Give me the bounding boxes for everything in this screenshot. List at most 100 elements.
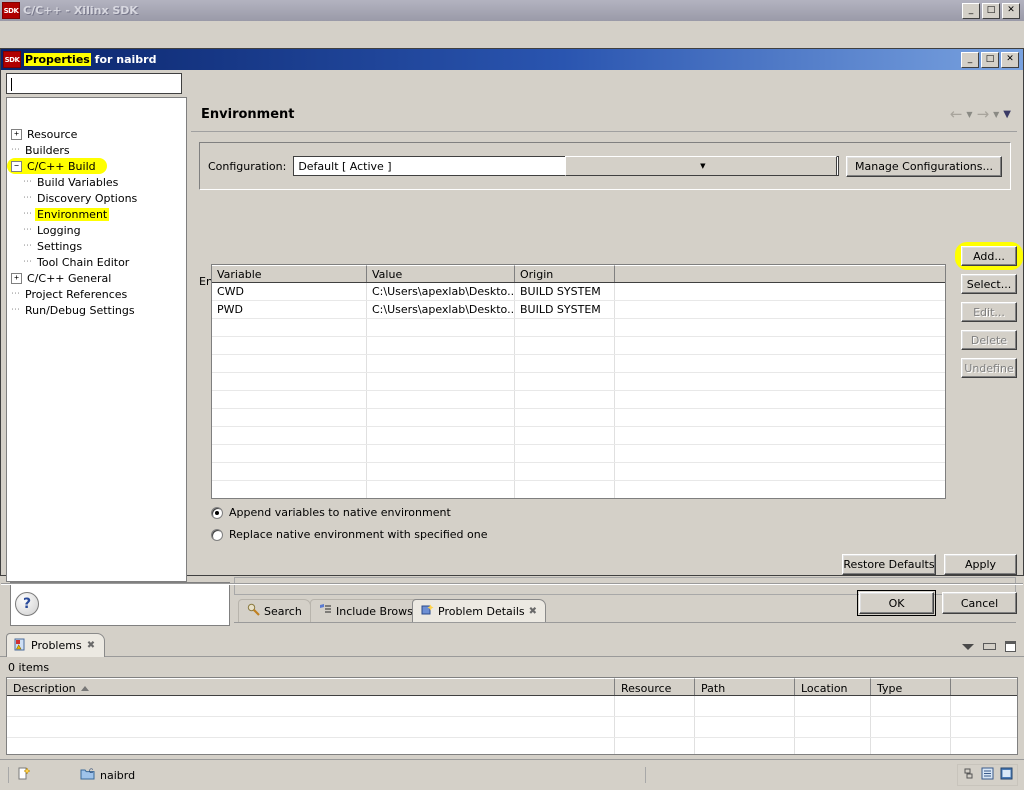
column-header-variable[interactable]: Variable xyxy=(212,265,367,282)
tab-problems[interactable]: Problems ✖ xyxy=(6,633,105,657)
status-divider xyxy=(8,767,9,783)
ok-button[interactable]: OK xyxy=(859,592,934,614)
dialog-window-buttons: _ □ ✕ xyxy=(961,52,1021,68)
tree-item-resource[interactable]: + Resource xyxy=(7,126,186,142)
problems-count: 0 items xyxy=(8,661,49,674)
tree-item-settings[interactable]: ⋯ Settings xyxy=(7,238,186,254)
close-icon[interactable]: ✕ xyxy=(1001,52,1019,68)
configuration-value: Default [ Active ] xyxy=(294,160,564,173)
tree-item-builders[interactable]: ⋯ Builders xyxy=(7,142,186,158)
perspective-icon[interactable] xyxy=(1000,767,1013,783)
apply-button[interactable]: Apply xyxy=(944,554,1017,575)
tree-line: ⋯ xyxy=(11,305,20,315)
close-icon[interactable]: ✖ xyxy=(87,640,95,651)
radio-replace[interactable]: Replace native environment with specifie… xyxy=(211,524,487,545)
page-menu-caret-icon[interactable]: ▼ xyxy=(1003,109,1011,120)
maximize-view-icon[interactable] xyxy=(1005,641,1016,652)
table-row[interactable] xyxy=(7,717,1017,738)
tree-item-discovery-options[interactable]: ⋯ Discovery Options xyxy=(7,190,186,206)
table-row[interactable] xyxy=(212,481,945,499)
maximize-icon[interactable]: □ xyxy=(982,3,1000,19)
dialog-title: Properties for naibrd xyxy=(24,53,961,66)
cell-blank xyxy=(615,445,945,462)
view-menu-icon[interactable] xyxy=(962,644,974,650)
page-title: Environment xyxy=(201,107,295,122)
table-row[interactable] xyxy=(212,391,945,409)
table-row[interactable] xyxy=(212,373,945,391)
tree-item-cpp-general[interactable]: + C/C++ General xyxy=(7,270,186,286)
empty-rows-container xyxy=(212,319,945,499)
radio-replace-label: Replace native environment with specifie… xyxy=(229,528,487,541)
cell-blank xyxy=(615,463,945,480)
cancel-button[interactable]: Cancel xyxy=(942,592,1017,614)
cell-blank xyxy=(212,463,367,480)
table-row[interactable] xyxy=(212,463,945,481)
column-header-location[interactable]: Location xyxy=(795,678,871,695)
radio-append[interactable]: Append variables to native environment xyxy=(211,502,487,523)
tree-item-project-references[interactable]: ⋯ Project References xyxy=(7,286,186,302)
restore-defaults-button[interactable]: Restore Defaults xyxy=(842,554,936,575)
column-header-origin[interactable]: Origin xyxy=(515,265,615,282)
tree-line: ⋯ xyxy=(11,289,20,299)
column-header-description[interactable]: Description xyxy=(7,678,615,695)
table-row[interactable] xyxy=(212,337,945,355)
column-header-path[interactable]: Path xyxy=(695,678,795,695)
column-header-resource[interactable]: Resource xyxy=(615,678,695,695)
table-row[interactable]: PWD C:\Users\apexlab\Deskto... BUILD SYS… xyxy=(212,301,945,319)
tree-line: ⋯ xyxy=(23,241,32,251)
layout-icon[interactable] xyxy=(981,767,994,783)
chevron-down-icon[interactable]: ▼ xyxy=(565,156,837,176)
problems-tabstrip: Problems ✖ xyxy=(0,633,1024,657)
table-row[interactable] xyxy=(212,409,945,427)
cell-variable: CWD xyxy=(212,283,367,300)
environment-table-header: Variable Value Origin xyxy=(212,265,945,283)
main-window-title: C/C++ - Xilinx SDK xyxy=(23,4,962,17)
tree-item-cpp-build[interactable]: − C/C++ Build xyxy=(7,158,107,174)
close-icon[interactable]: ✕ xyxy=(1002,3,1020,19)
column-header-type[interactable]: Type xyxy=(871,678,951,695)
forward-history-caret-icon[interactable]: ▼ xyxy=(993,110,999,119)
cell-blank xyxy=(367,319,515,336)
table-row[interactable] xyxy=(212,319,945,337)
maximize-icon[interactable]: □ xyxy=(981,52,999,68)
table-row[interactable]: CWD C:\Users\apexlab\Deskto... BUILD SYS… xyxy=(212,283,945,301)
tree-item-logging[interactable]: ⋯ Logging xyxy=(7,222,186,238)
add-button[interactable]: Add... xyxy=(961,246,1017,266)
collapse-icon[interactable]: − xyxy=(11,161,22,172)
cell-blank xyxy=(515,481,615,498)
radio-button-selected-icon[interactable] xyxy=(211,507,223,519)
expand-icon[interactable]: + xyxy=(11,129,22,140)
tree-item-build-variables[interactable]: ⋯ Build Variables xyxy=(7,174,186,190)
cell-blank xyxy=(615,319,945,336)
table-row[interactable] xyxy=(212,355,945,373)
problems-view: Problems ✖ 0 items Description Resource xyxy=(0,629,1024,759)
column-header-value[interactable]: Value xyxy=(367,265,515,282)
forward-arrow-icon[interactable]: → xyxy=(977,107,990,122)
cell-blank xyxy=(515,355,615,372)
table-row[interactable] xyxy=(212,427,945,445)
tree-item-environment[interactable]: ⋯ Environment xyxy=(7,206,186,222)
sdk-icon: SDK xyxy=(3,51,21,68)
configuration-select[interactable]: Default [ Active ] ▼ xyxy=(293,156,839,176)
search-input[interactable] xyxy=(6,73,182,94)
help-button[interactable]: ? xyxy=(15,592,39,616)
select-button[interactable]: Select... xyxy=(961,274,1017,294)
settings-tree-panel: + Resource ⋯ Builders − C/C++ Build ⋯ xyxy=(6,97,187,582)
link-icon[interactable] xyxy=(962,767,975,783)
minimize-icon[interactable]: _ xyxy=(962,3,980,19)
radio-button-icon[interactable] xyxy=(211,529,223,541)
table-row[interactable] xyxy=(7,696,1017,717)
minimize-view-icon[interactable] xyxy=(983,643,996,650)
table-row[interactable] xyxy=(7,738,1017,755)
text-caret xyxy=(11,78,12,91)
expand-icon[interactable]: + xyxy=(11,273,22,284)
minimize-icon[interactable]: _ xyxy=(961,52,979,68)
manage-configurations-button[interactable]: Manage Configurations... xyxy=(846,156,1002,177)
cell-blank xyxy=(615,427,945,444)
cell-blank xyxy=(367,337,515,354)
back-history-caret-icon[interactable]: ▼ xyxy=(966,110,972,119)
tree-item-tool-chain-editor[interactable]: ⋯ Tool Chain Editor xyxy=(7,254,186,270)
table-row[interactable] xyxy=(212,445,945,463)
tree-item-run-debug-settings[interactable]: ⋯ Run/Debug Settings xyxy=(7,302,186,318)
back-arrow-icon[interactable]: ← xyxy=(950,107,963,122)
